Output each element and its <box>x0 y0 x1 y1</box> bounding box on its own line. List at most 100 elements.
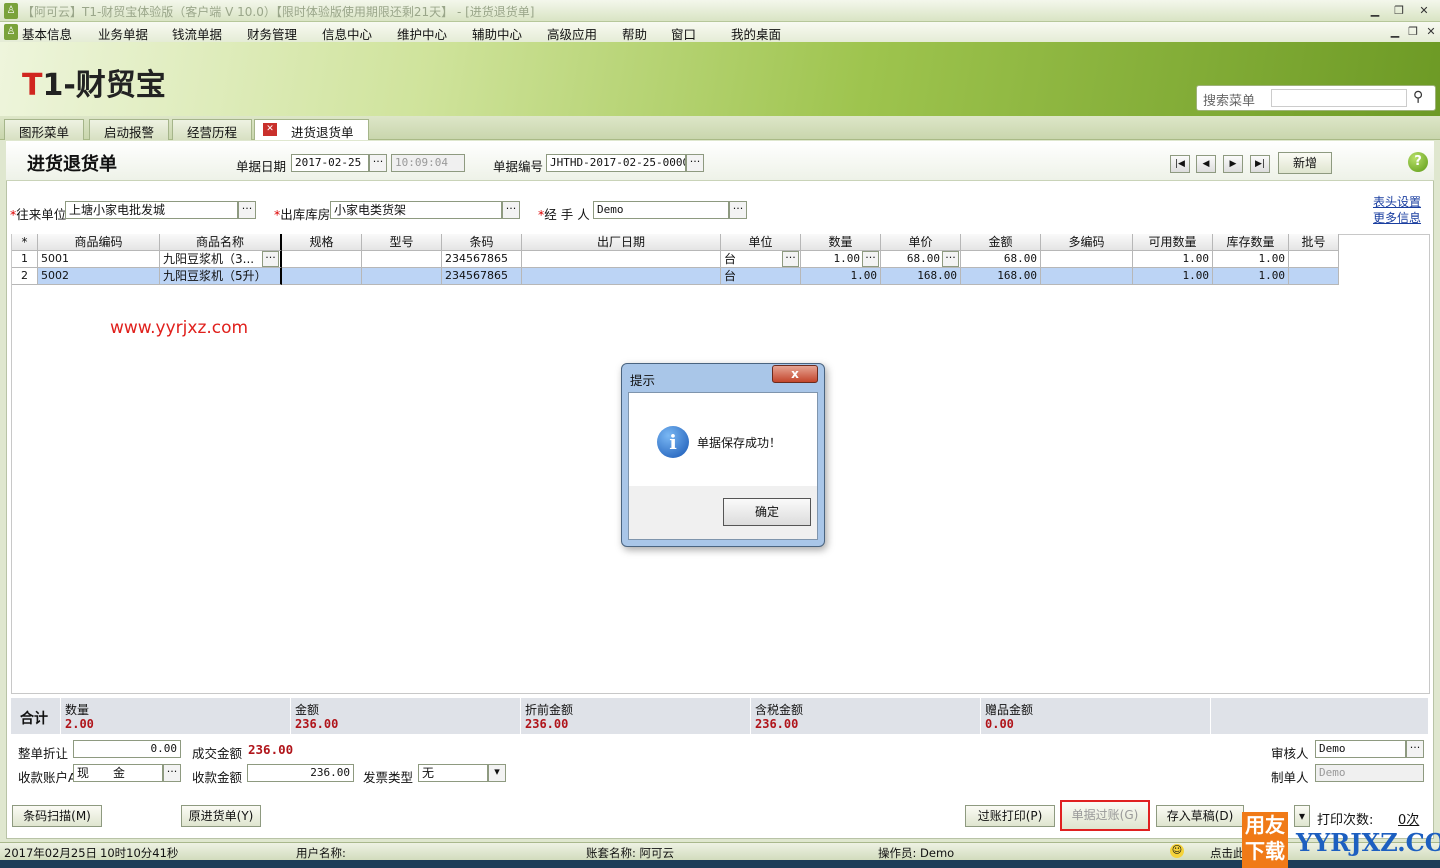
menu-business-docs[interactable]: 业务单据 <box>98 24 148 43</box>
cell-amount[interactable]: 168.00 <box>961 268 1041 285</box>
minimize-icon[interactable]: ▁ <box>1366 3 1384 19</box>
cell-code[interactable]: 5002 <box>38 268 160 285</box>
mdi-restore-icon[interactable]: ❐ <box>1404 24 1422 40</box>
table-row[interactable]: 2 5002 九阳豆浆机（5升） 234567865 台 1.00 168.00… <box>12 268 1339 285</box>
more-info-link[interactable]: 更多信息 <box>1373 209 1421 226</box>
auditor-picker-button[interactable]: ··· <box>1406 740 1424 758</box>
prev-record-button[interactable]: ◀ <box>1196 155 1216 173</box>
col-header[interactable]: 规格 <box>282 234 362 251</box>
col-header[interactable]: 单位 <box>721 234 801 251</box>
table-row[interactable]: 1 5001 九阳豆浆机（3... ··· 234567865 台 ··· 1.… <box>12 251 1339 268</box>
cell-amount[interactable]: 68.00 <box>961 251 1041 268</box>
cell-multi-code[interactable] <box>1041 268 1133 285</box>
invoice-type-select[interactable]: 无 <box>418 764 488 782</box>
partner-picker-button[interactable]: ··· <box>238 201 256 219</box>
date-field[interactable]: 2017-02-25 <box>291 154 369 172</box>
auditor-field[interactable]: Demo <box>1315 740 1406 758</box>
warehouse-picker-button[interactable]: ··· <box>502 201 520 219</box>
mdi-close-icon[interactable]: ✕ <box>1422 24 1440 40</box>
cell-code[interactable]: 5001 <box>38 251 160 268</box>
more-chevron-icon[interactable]: ▾ <box>1294 805 1310 827</box>
menu-aux-center[interactable]: 辅助中心 <box>472 24 522 43</box>
date-picker-button[interactable]: ··· <box>369 154 387 172</box>
doc-no-button[interactable]: ··· <box>686 154 704 172</box>
chevron-down-icon[interactable]: ▾ <box>488 764 506 782</box>
mdi-minimize-icon[interactable]: ▁ <box>1386 24 1404 40</box>
new-button[interactable]: 新增 <box>1278 152 1332 174</box>
menu-basic-info[interactable]: 基本信息 <box>22 24 72 43</box>
menu-finance[interactable]: 财务管理 <box>247 24 297 43</box>
col-header[interactable]: 数量 <box>801 234 881 251</box>
account-picker-button[interactable]: ··· <box>163 764 181 782</box>
status-click[interactable]: 点击此 <box>1210 845 1245 861</box>
col-header[interactable]: 出厂日期 <box>522 234 721 251</box>
discount-field[interactable]: 0.00 <box>73 740 181 758</box>
cell-unit-picker-button[interactable]: ··· <box>782 251 799 267</box>
cell-mfg-date[interactable] <box>522 268 721 285</box>
col-header[interactable]: 多编码 <box>1041 234 1133 251</box>
handler-picker-button[interactable]: ··· <box>729 201 747 219</box>
save-draft-button[interactable]: 存入草稿(D) <box>1156 805 1244 827</box>
col-header[interactable]: 商品名称 <box>160 234 282 251</box>
cell-name-picker-button[interactable]: ··· <box>262 251 279 267</box>
account-field[interactable]: 现 金 <box>73 764 163 782</box>
post-document-button[interactable]: 单据过账(G) <box>1060 800 1150 831</box>
cell-multi-code[interactable] <box>1041 251 1133 268</box>
receipt-amount-field[interactable]: 236.00 <box>247 764 354 782</box>
cell-mfg-date[interactable] <box>522 251 721 268</box>
cell-unit[interactable]: 台 <box>721 268 801 285</box>
cell-batch[interactable] <box>1289 268 1339 285</box>
restore-icon[interactable]: ❐ <box>1390 3 1408 19</box>
cell-qty[interactable]: 1.00 <box>801 268 881 285</box>
cell-barcode[interactable]: 234567865 <box>442 268 522 285</box>
next-record-button[interactable]: ▶ <box>1223 155 1243 173</box>
post-print-button[interactable]: 过账打印(P) <box>965 805 1055 827</box>
col-header[interactable]: 可用数量 <box>1133 234 1213 251</box>
col-header[interactable]: 商品编码 <box>38 234 160 251</box>
cell-price-picker-button[interactable]: ··· <box>942 251 959 267</box>
tab-purchase-return[interactable]: ✕ 进货退货单 <box>254 119 369 140</box>
close-icon[interactable]: ✕ <box>1415 3 1433 19</box>
col-header[interactable]: 批号 <box>1289 234 1339 251</box>
cell-batch[interactable] <box>1289 251 1339 268</box>
cell-qty-picker-button[interactable]: ··· <box>862 251 879 267</box>
menu-help[interactable]: 帮助 <box>622 24 647 43</box>
menu-my-desktop[interactable]: 我的桌面 <box>731 24 781 43</box>
first-record-button[interactable]: |◀ <box>1170 155 1190 173</box>
cell-name[interactable]: 九阳豆浆机（5升） <box>160 268 282 285</box>
col-header[interactable]: 条码 <box>442 234 522 251</box>
handler-field[interactable]: Demo <box>593 201 729 219</box>
tab-startup-alert[interactable]: 启动报警 <box>89 119 170 140</box>
tab-business-history[interactable]: 经营历程 <box>172 119 253 140</box>
cell-model[interactable] <box>362 251 442 268</box>
doc-no-field[interactable]: JHTHD-2017-02-25-00001 <box>546 154 686 172</box>
partner-field[interactable]: 上塘小家电批发城 <box>65 201 238 219</box>
cell-spec[interactable] <box>282 268 362 285</box>
menu-window[interactable]: 窗口 <box>671 24 696 43</box>
search-input[interactable] <box>1271 89 1407 107</box>
help-icon[interactable]: ? <box>1408 152 1428 172</box>
cell-spec[interactable] <box>282 251 362 268</box>
last-record-button[interactable]: ▶| <box>1250 155 1270 173</box>
col-header[interactable]: 金额 <box>961 234 1041 251</box>
dialog-ok-button[interactable]: 确定 <box>723 498 811 526</box>
dialog-close-button[interactable]: x <box>772 365 818 383</box>
cell-model[interactable] <box>362 268 442 285</box>
original-purchase-button[interactable]: 原进货单(Y) <box>181 805 261 827</box>
header-settings-link[interactable]: 表头设置 <box>1373 193 1421 210</box>
menu-cash-docs[interactable]: 钱流单据 <box>172 24 222 43</box>
menu-info-center[interactable]: 信息中心 <box>322 24 372 43</box>
col-header[interactable]: 单价 <box>881 234 961 251</box>
col-header[interactable]: 型号 <box>362 234 442 251</box>
tab-close-icon[interactable]: ✕ <box>263 123 277 136</box>
barcode-scan-button[interactable]: 条码扫描(M) <box>12 805 102 827</box>
cell-price[interactable]: 168.00 <box>881 268 961 285</box>
warehouse-field[interactable]: 小家电类货架 <box>330 201 502 219</box>
cell-barcode[interactable]: 234567865 <box>442 251 522 268</box>
menu-advanced[interactable]: 高级应用 <box>547 24 597 43</box>
menu-maintenance[interactable]: 维护中心 <box>397 24 447 43</box>
tab-graphic-menu[interactable]: 图形菜单 <box>4 119 85 140</box>
search-icon[interactable]: ⚲ <box>1413 89 1423 105</box>
col-header[interactable]: 库存数量 <box>1213 234 1289 251</box>
smiley-icon[interactable]: ☺ <box>1170 844 1184 858</box>
